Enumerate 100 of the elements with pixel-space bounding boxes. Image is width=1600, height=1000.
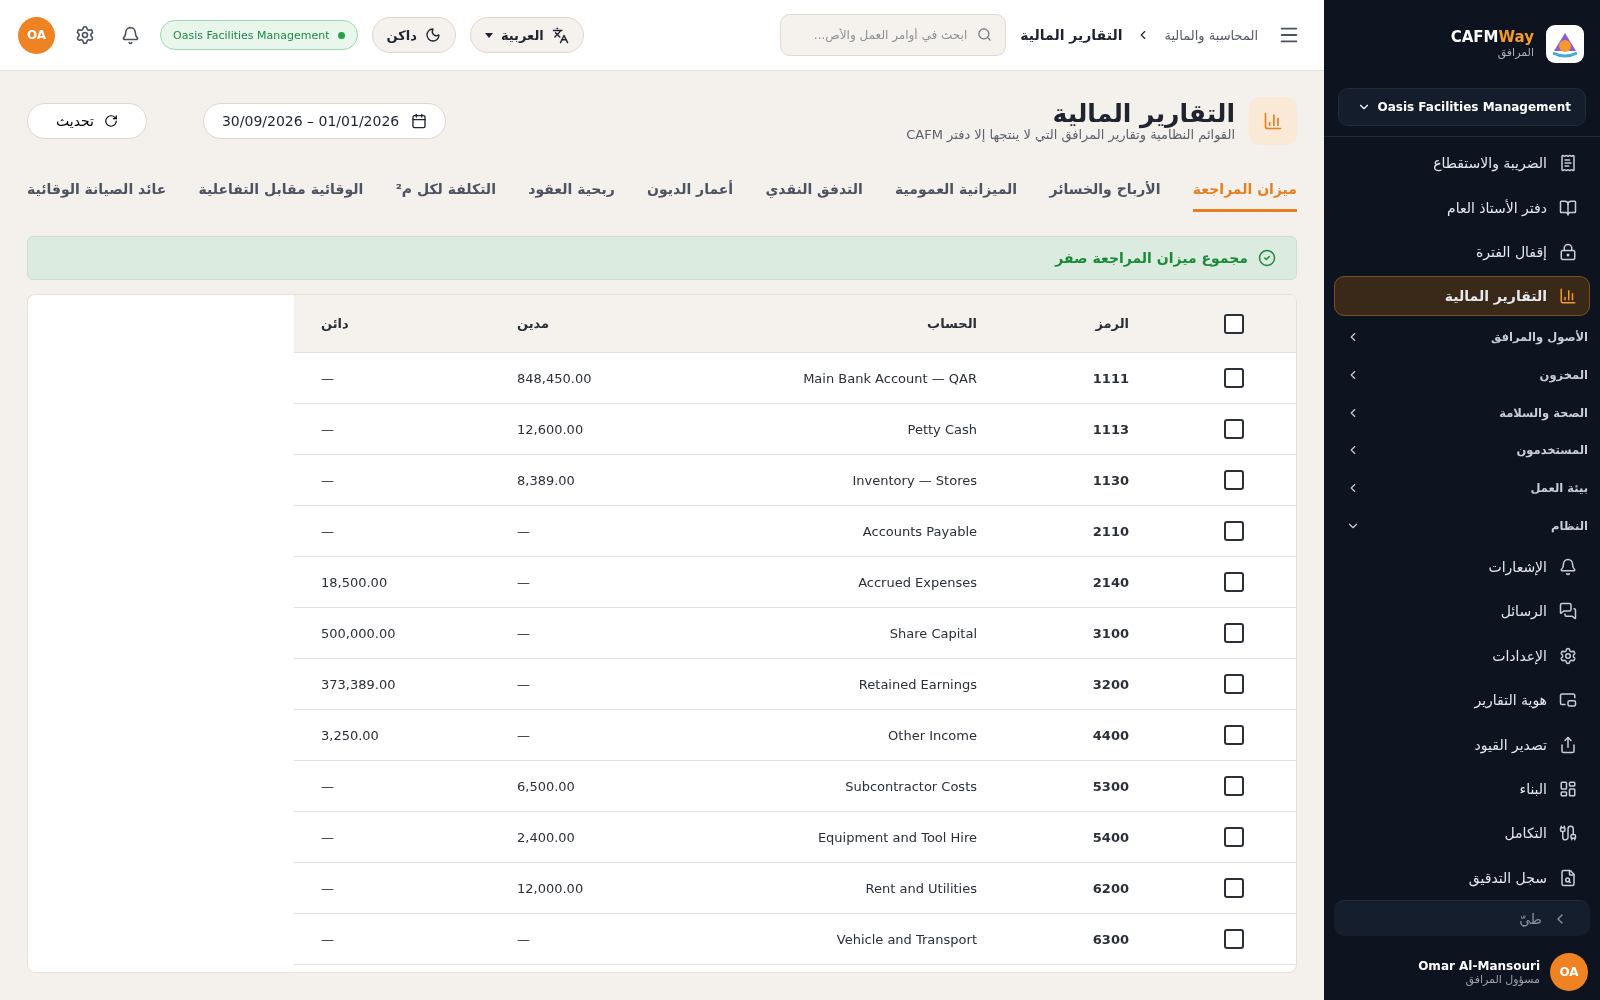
sidebar-item[interactable]: سجل التدقيق <box>1334 855 1590 901</box>
sidebar-item[interactable]: دفتر الأستاذ العام <box>1334 185 1590 230</box>
date-range-field[interactable]: 30/09/2026 – 01/01/2026 <box>202 103 447 139</box>
checkbox[interactable] <box>1224 878 1244 898</box>
tab[interactable]: ربحية العقود <box>528 171 615 212</box>
table-cell-text: 18,500.00 <box>320 574 389 590</box>
user-avatar: OA <box>1550 953 1588 991</box>
tab[interactable]: التدفق النقدي <box>765 171 863 212</box>
table-cell-text: — <box>320 523 335 539</box>
sidebar-item[interactable]: التكامل <box>1334 811 1590 856</box>
table-cell-text: 3100 <box>1091 625 1130 641</box>
table-cell-text: 3200 <box>1091 676 1130 692</box>
tab[interactable]: عائد الصيانة الوقائية <box>27 171 167 212</box>
sidebar-group[interactable]: المستخدمون <box>1324 431 1600 470</box>
checkbox[interactable] <box>1224 419 1244 439</box>
table-cell-text: — <box>320 421 335 437</box>
checkbox[interactable] <box>1224 725 1244 745</box>
checkbox[interactable] <box>1224 929 1244 949</box>
table-cell-text: Petty Cash <box>906 421 978 437</box>
table-cell-text: Main Bank Account — QAR <box>802 370 978 386</box>
table-cell-text: 12,000.00 <box>516 880 585 896</box>
sidebar-group[interactable]: بيئة العمل <box>1324 469 1600 508</box>
tab[interactable]: الأرباح والخسائر <box>1049 171 1161 212</box>
search-icon <box>977 27 993 42</box>
refresh-icon <box>103 114 118 128</box>
table-cell-text: — <box>516 676 531 692</box>
sidebar-item[interactable]: هوية التقارير <box>1334 678 1590 723</box>
sidebar-group[interactable]: المخزون <box>1324 355 1600 394</box>
column-header: الرمز <box>1094 316 1130 331</box>
table-cell-text: 500,000.00 <box>320 625 397 641</box>
sidebar-item[interactable]: الإعدادات <box>1334 633 1590 679</box>
table-cell-text: 5300 <box>1091 778 1130 794</box>
organization-badge: Oasis Facilities Management <box>160 20 358 50</box>
table-cell-text: — <box>320 370 335 386</box>
checkbox[interactable] <box>1224 674 1244 694</box>
table-cell-text: 373,389.00 <box>320 676 397 692</box>
page-title: التقارير المالية <box>1052 99 1235 128</box>
checkbox[interactable] <box>1224 313 1244 334</box>
checkbox[interactable] <box>1224 470 1244 490</box>
table-cell-text: — <box>516 523 531 539</box>
lock-icon <box>1559 242 1577 261</box>
table-cell-text: 6300 <box>1091 931 1130 947</box>
check-circle-icon <box>1258 249 1276 267</box>
column-header: الحساب <box>926 316 978 331</box>
tab[interactable]: الوقائية مقابل التفاعلية <box>198 171 364 212</box>
checkbox[interactable] <box>1224 521 1244 541</box>
sidebar-item[interactable]: الرسائل <box>1334 589 1590 634</box>
checkbox[interactable] <box>1224 368 1244 388</box>
tab[interactable]: الميزانية العمومية <box>895 171 1018 212</box>
sidebar-group[interactable]: النظام <box>1324 507 1600 545</box>
chat-icon <box>1559 602 1577 621</box>
table-cell-text: 2140 <box>1091 574 1130 590</box>
table-cell-text: 848,450.00 <box>516 370 593 386</box>
sidebar-item[interactable]: الضريبة والاستقطاع <box>1334 140 1590 186</box>
table-cell-text: 2,400.00 <box>516 829 576 845</box>
sidebar-item[interactable]: البناء <box>1334 766 1590 812</box>
table-cell-text: 12,600.00 <box>516 421 585 437</box>
table-cell-text: — <box>516 931 531 947</box>
table-cell-text: Vehicle and Transport <box>835 931 978 947</box>
table-cell-text: 2110 <box>1091 523 1130 539</box>
sidebar-item[interactable]: إقفال الفترة <box>1334 229 1590 275</box>
brand-name: CAFMWay <box>1450 28 1534 47</box>
caret-icon <box>484 32 493 38</box>
page-subtitle: القوائم النظامية وتقارير المرافق التي لا ينتجها إلا دفتر CAFM <box>906 127 1235 143</box>
breadcrumb-item: التقارير المالية <box>1020 27 1123 43</box>
breadcrumb-item[interactable]: المحاسبة والمالية <box>1164 27 1258 43</box>
picture-frame-icon <box>1559 691 1577 710</box>
sidebar-item[interactable]: التقارير المالية <box>1334 276 1590 317</box>
sidebar-group[interactable]: الصحة والسلامة <box>1324 393 1600 432</box>
moon-icon <box>424 27 441 43</box>
table-cell-text: Inventory — Stores <box>851 472 978 488</box>
language-button[interactable]: العربية <box>469 17 584 53</box>
table-cell-text: Retained Earnings <box>857 676 978 692</box>
sidebar-group[interactable]: الأصول والمرافق <box>1324 318 1600 356</box>
table-cell-text: — <box>320 829 335 845</box>
table-cell-text: 8,389.00 <box>516 472 576 488</box>
collapse-button[interactable]: طيّ <box>1334 900 1590 936</box>
receipt-icon <box>1559 154 1577 173</box>
refresh-button[interactable]: تحديث <box>27 103 147 139</box>
theme-button[interactable]: داكن <box>371 17 456 53</box>
sidebar-item[interactable]: تصدير القيود <box>1334 722 1590 767</box>
checkbox[interactable] <box>1224 776 1244 796</box>
tab[interactable]: أعمار الديون <box>647 171 734 212</box>
user-role: مسؤول المرافق <box>1464 972 1540 986</box>
chart-icon <box>1249 97 1297 145</box>
checkbox[interactable] <box>1224 572 1244 592</box>
checkbox[interactable] <box>1224 827 1244 847</box>
settings-icon <box>1559 646 1577 665</box>
checkbox[interactable] <box>1224 623 1244 643</box>
column-header: دائن <box>320 316 350 331</box>
sidebar-item[interactable]: الإشعارات <box>1334 544 1590 590</box>
organization-select[interactable]: Oasis Facilities Management <box>1338 87 1586 126</box>
grid-icon <box>1559 780 1577 799</box>
settings-icon <box>75 25 95 45</box>
user-name: Omar Al-Mansouri <box>1418 958 1540 973</box>
bell-icon <box>121 25 140 45</box>
table-cell-text: 5400 <box>1091 829 1130 845</box>
tab[interactable]: التكلفة لكل م² <box>395 171 496 212</box>
table-cell-text: — <box>320 931 335 947</box>
bell-icon <box>1559 558 1577 577</box>
